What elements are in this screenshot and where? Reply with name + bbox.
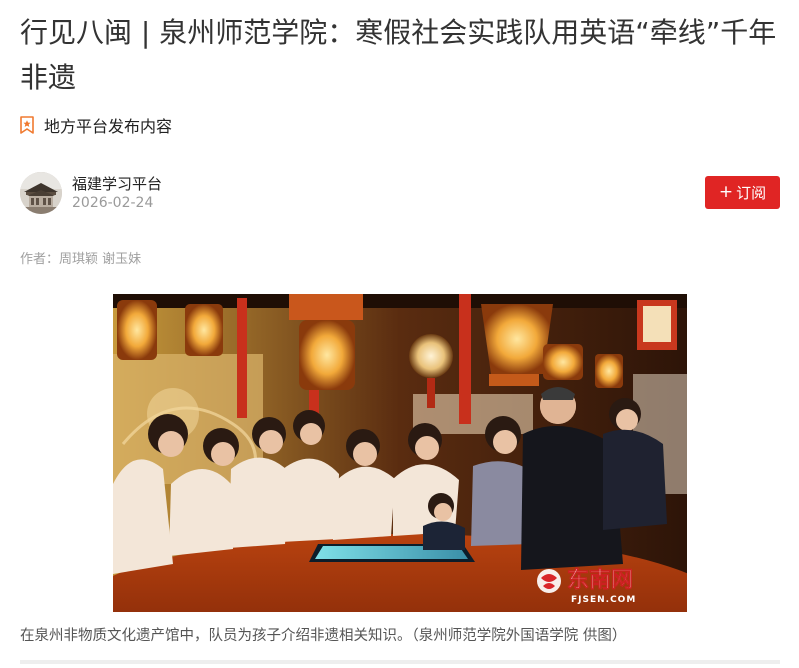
article-byline: 作者：周琪颖 谢玉妹 [20,252,142,267]
plus-icon: + [718,182,734,202]
photo-caption: 在泉州非物质文化遗产馆中，队员为孩子介绍非遗相关知识。（泉州师范学院外国语学院 … [20,628,627,644]
article-page: 行见八闽 | 泉州师范学院：寒假社会实践队用英语“牵线”千年非遗 地方平台发布内… [0,0,799,668]
star-bookmark-icon [20,116,34,134]
watermark [537,569,561,593]
author-name[interactable]: 福建学习平台 [72,173,162,194]
subscribe-button[interactable]: + 订阅 [705,176,780,209]
subscribe-label: 订阅 [736,184,767,202]
watermark-domain: FJSEN.COM [571,595,636,605]
source-label: 地方平台发布内容 [44,117,173,136]
avatar[interactable] [20,172,62,214]
article-photo: 东南网 FJSEN.COM [113,294,687,612]
author-block: 福建学习平台 2026-02-24 + 订阅 [20,172,780,216]
bottom-divider [20,660,780,664]
lantern-hall-scene: 东南网 FJSEN.COM [113,294,687,612]
watermark-brand: 东南网 [567,567,633,593]
publish-date: 2026-02-24 [72,195,154,211]
article-title: 行见八闽 | 泉州师范学院：寒假社会实践队用英语“牵线”千年非遗 [20,16,777,94]
source-row: 地方平台发布内容 [20,112,172,138]
